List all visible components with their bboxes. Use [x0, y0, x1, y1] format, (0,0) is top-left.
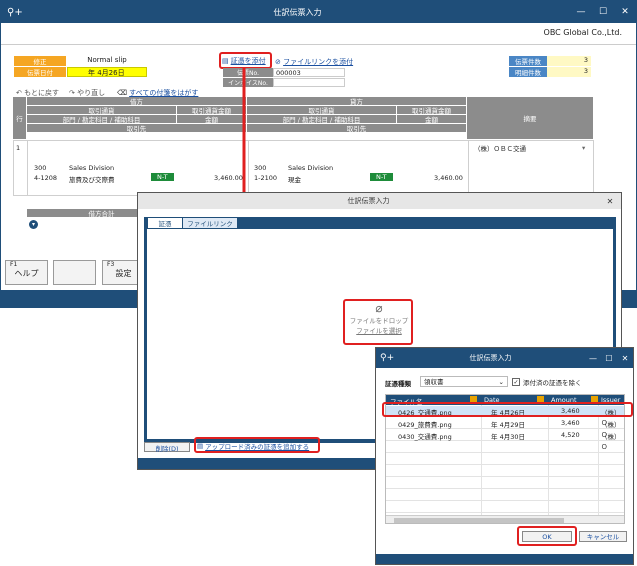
tab-file-link[interactable]: ファイルリンク	[183, 218, 237, 228]
table-row[interactable]: 0429_旅費費.png 年 4月29日 3,460 （株）Ｏ	[386, 418, 624, 439]
credit-dept-name: Sales Division	[288, 164, 334, 172]
status-badge: 修正	[14, 56, 66, 66]
credit-account-name: 現金	[288, 176, 301, 184]
dialog2-minimize-icon[interactable]: —	[585, 354, 601, 363]
key-plus-icon: ⚲+	[380, 353, 395, 363]
date-label: 伝票日付	[14, 67, 66, 77]
invoice-no-input[interactable]	[273, 78, 345, 87]
redo-label: やり直し	[77, 89, 106, 97]
exclude-attached-checkbox[interactable]: ✓ 添付済の証憑を除く	[512, 377, 582, 387]
window-title: 仕訳伝票入力	[273, 7, 322, 17]
grid-row-header: 行	[13, 97, 27, 140]
highlight-drop	[343, 299, 413, 345]
evidence-type-value: 領収書	[424, 378, 444, 386]
debit-account-code: 4-1208	[34, 174, 58, 182]
table-row[interactable]: 0430_交通費.png 年 4月30日 4,520 （株）Ｏ	[386, 430, 624, 451]
row-issuer: （株）Ｏ	[601, 433, 621, 451]
credit-amount: 3,460.00	[434, 174, 463, 182]
credit-amount-header: 金額	[397, 115, 467, 124]
maximize-icon[interactable]: ☐	[592, 7, 614, 17]
debit-amount: 3,460.00	[214, 174, 243, 182]
f2-button[interactable]	[53, 260, 96, 285]
f1-label: ヘルプ	[14, 269, 39, 278]
debit-dept-code: 300	[34, 164, 47, 172]
debit-amount-header: 金額	[177, 115, 247, 124]
dialog2-statusbar	[376, 554, 633, 564]
debit-account-name: 旅費及び交際費	[69, 176, 115, 184]
credit-tax-badge: N-T	[370, 173, 393, 181]
summary-dropdown-icon[interactable]: ▾	[582, 144, 585, 152]
table-row[interactable]: 1 300 Sales Division 4-1208 旅費及び交際費 N-T …	[13, 140, 594, 196]
f1-help-button[interactable]: F1 ヘルプ	[5, 260, 48, 285]
attach-file-label: ファイルリンクを添付	[283, 58, 354, 66]
row-file: 0429_旅費費.png	[398, 421, 452, 429]
row-amount: 4,520	[561, 431, 580, 439]
close-icon[interactable]: ✕	[614, 7, 636, 17]
row-date: 年 4月30日	[491, 433, 525, 441]
summary-text: （株）ＯＢＣ交通	[474, 145, 526, 153]
dialog1-title: 仕訳伝票入力	[347, 197, 390, 205]
cancel-button[interactable]: キャンセル	[579, 531, 627, 542]
key-plus-icon: ⚲+	[7, 6, 23, 18]
credit-partner-header: 取引先	[247, 124, 467, 133]
dialog2-titlebar: ⚲+ 仕訳伝票入力 — ☐ ✕	[376, 348, 633, 368]
undo-icon: ↶	[16, 89, 22, 97]
minimize-icon[interactable]: —	[570, 7, 592, 17]
evidence-select-dialog: ⚲+ 仕訳伝票入力 — ☐ ✕ 証憑種類 領収書 ⌄ ✓ 添付済の証憑を除く フ…	[375, 347, 634, 565]
detail-count-label: 明細件数	[509, 67, 547, 77]
scroll-thumb[interactable]	[394, 518, 564, 523]
exclude-attached-label: 添付済の証憑を除く	[523, 379, 582, 387]
row-date: 年 4月29日	[491, 421, 525, 429]
highlight-selected-row	[382, 402, 633, 417]
row-number: 1	[16, 144, 21, 152]
expand-icon[interactable]: ▾	[29, 220, 38, 229]
tab-evidence[interactable]: 証憑	[148, 218, 182, 228]
f3-label: 設定	[115, 269, 132, 278]
attach-file-link[interactable]: ⊘ ファイルリンクを添付	[275, 57, 353, 67]
invoice-no-label: インボイスNo.	[223, 78, 273, 87]
detail-count-value: 3	[547, 67, 591, 77]
doc-no-label: 伝票No.	[223, 68, 273, 77]
dialog2-close-icon[interactable]: ✕	[617, 354, 633, 363]
slip-count-label: 伝票件数	[509, 56, 547, 66]
dialog1-titlebar: 仕訳伝票入力 ✕	[138, 193, 621, 209]
debit-partner-header: 取引先	[27, 124, 247, 133]
paperclip-icon: ⊘	[275, 58, 281, 66]
undo-label: もとに戻す	[24, 89, 59, 97]
highlight-ok	[517, 526, 577, 546]
slip-count-value: 3	[547, 56, 591, 66]
highlight-add-uploaded	[194, 437, 320, 453]
credit-account-header: 部門 / 勘定科目 / 補助科目	[247, 115, 397, 124]
checkbox-icon: ✓	[512, 378, 520, 386]
date-input[interactable]: 年 4月26日	[67, 67, 147, 77]
row-amount: 3,460	[561, 419, 580, 427]
delete-button[interactable]: 削除(D)	[144, 442, 190, 453]
dialog2-title: 仕訳伝票入力	[469, 354, 512, 362]
doc-no-value[interactable]: 000003	[273, 68, 345, 77]
credit-dept-code: 300	[254, 164, 267, 172]
debit-dept-name: Sales Division	[69, 164, 115, 172]
main-titlebar: ⚲+ 仕訳伝票入力 — ☐ ✕	[1, 1, 636, 23]
evidence-type-label: 証憑種類	[385, 380, 411, 388]
summary-header: 摘要	[467, 97, 594, 140]
credit-account-code: 1-2100	[254, 174, 278, 182]
company-name: OBC Global Co.,Ltd.	[543, 28, 622, 37]
highlight-attach	[219, 52, 272, 69]
chevron-down-icon: ⌄	[498, 378, 504, 386]
f1-key-label: F1	[10, 261, 18, 268]
dialog1-close-icon[interactable]: ✕	[599, 197, 621, 206]
slip-type-field[interactable]: Normal slip	[67, 56, 147, 66]
evidence-type-select[interactable]: 領収書 ⌄	[420, 376, 508, 387]
debit-tax-badge: N-T	[151, 173, 174, 181]
horizontal-scrollbar[interactable]	[386, 515, 624, 523]
debit-account-header: 部門 / 勘定科目 / 補助科目	[27, 115, 177, 124]
redo-icon: ↷	[69, 89, 75, 97]
dialog2-maximize-icon[interactable]: ☐	[601, 354, 617, 363]
eraser-icon: ⌫	[117, 89, 127, 97]
row-file: 0430_交通費.png	[398, 433, 452, 441]
